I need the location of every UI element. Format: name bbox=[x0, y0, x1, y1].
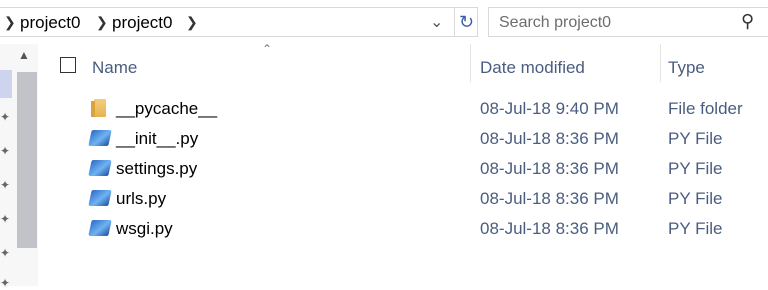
search-icon[interactable]: ⚲ bbox=[741, 11, 754, 32]
file-list: ⌃ Name Date modified Type __pycache__ 08… bbox=[38, 42, 768, 286]
chevron-right-icon[interactable]: ❯ bbox=[186, 14, 198, 31]
column-divider[interactable] bbox=[470, 44, 471, 82]
pin-icon[interactable]: ✦ bbox=[0, 246, 10, 260]
file-type: PY File bbox=[668, 219, 723, 238]
refresh-button[interactable]: ↻ bbox=[454, 8, 478, 36]
sort-ascending-icon: ⌃ bbox=[262, 42, 273, 56]
file-type: File folder bbox=[668, 99, 743, 118]
file-date-modified: 08-Jul-18 8:36 PM bbox=[480, 219, 619, 238]
file-date-modified: 08-Jul-18 8:36 PM bbox=[480, 129, 619, 148]
breadcrumb-item[interactable]: project0 bbox=[20, 13, 80, 33]
refresh-icon: ↻ bbox=[458, 12, 475, 32]
nav-selected-item[interactable] bbox=[0, 70, 12, 98]
python-file-icon bbox=[88, 130, 112, 146]
scroll-up-arrow-icon[interactable]: ▲ bbox=[18, 48, 30, 62]
column-header-name[interactable]: Name bbox=[92, 58, 137, 78]
search-box[interactable]: ⚲ bbox=[488, 7, 768, 37]
file-date-modified: 08-Jul-18 9:40 PM bbox=[480, 99, 619, 118]
breadcrumb-item[interactable]: project0 bbox=[112, 13, 172, 33]
file-row[interactable]: settings.py 08-Jul-18 8:36 PM PY File bbox=[38, 154, 768, 184]
chevron-down-icon[interactable]: ⌄ bbox=[430, 12, 443, 32]
file-name: settings.py bbox=[116, 159, 198, 178]
file-row[interactable]: wsgi.py 08-Jul-18 8:36 PM PY File bbox=[38, 214, 768, 244]
toolbar: ❯ project0 ❯ project0 ❯ ⌄ ↻ ⚲ bbox=[0, 0, 768, 44]
navigation-pane[interactable]: ▲ ✦ ✦ ✦ ✦ ✦ ✦ bbox=[0, 44, 38, 290]
folder-icon bbox=[91, 99, 106, 117]
file-row[interactable]: __init__.py 08-Jul-18 8:36 PM PY File bbox=[38, 124, 768, 154]
pin-icon[interactable]: ✦ bbox=[0, 276, 10, 290]
file-name: urls.py bbox=[116, 189, 167, 208]
python-file-icon bbox=[88, 190, 112, 206]
column-divider[interactable] bbox=[660, 44, 661, 82]
search-input[interactable] bbox=[497, 12, 741, 34]
pin-icon[interactable]: ✦ bbox=[0, 212, 10, 226]
python-file-icon bbox=[88, 160, 112, 176]
column-header-type[interactable]: Type bbox=[668, 58, 705, 78]
address-bar[interactable]: ❯ project0 ❯ project0 ❯ ⌄ ↻ bbox=[0, 7, 478, 37]
file-date-modified: 08-Jul-18 8:36 PM bbox=[480, 189, 619, 208]
file-name: __pycache__ bbox=[116, 99, 218, 118]
python-file-icon bbox=[88, 220, 112, 236]
pin-icon[interactable]: ✦ bbox=[0, 144, 10, 158]
pin-icon[interactable]: ✦ bbox=[0, 110, 10, 124]
file-type: PY File bbox=[668, 159, 723, 178]
pin-icon[interactable]: ✦ bbox=[0, 178, 10, 192]
select-all-checkbox[interactable] bbox=[60, 57, 76, 73]
nav-scrollbar-thumb[interactable] bbox=[17, 72, 37, 248]
chevron-right-icon[interactable]: ❯ bbox=[4, 14, 16, 31]
file-date-modified: 08-Jul-18 8:36 PM bbox=[480, 159, 619, 178]
file-type: PY File bbox=[668, 189, 723, 208]
chevron-right-icon[interactable]: ❯ bbox=[96, 14, 108, 31]
file-name: wsgi.py bbox=[116, 219, 173, 238]
file-row[interactable]: urls.py 08-Jul-18 8:36 PM PY File bbox=[38, 184, 768, 214]
file-type: PY File bbox=[668, 129, 723, 148]
file-name: __init__.py bbox=[116, 129, 199, 148]
column-header-date-modified[interactable]: Date modified bbox=[480, 58, 585, 78]
file-row[interactable]: __pycache__ 08-Jul-18 9:40 PM File folde… bbox=[38, 94, 768, 124]
